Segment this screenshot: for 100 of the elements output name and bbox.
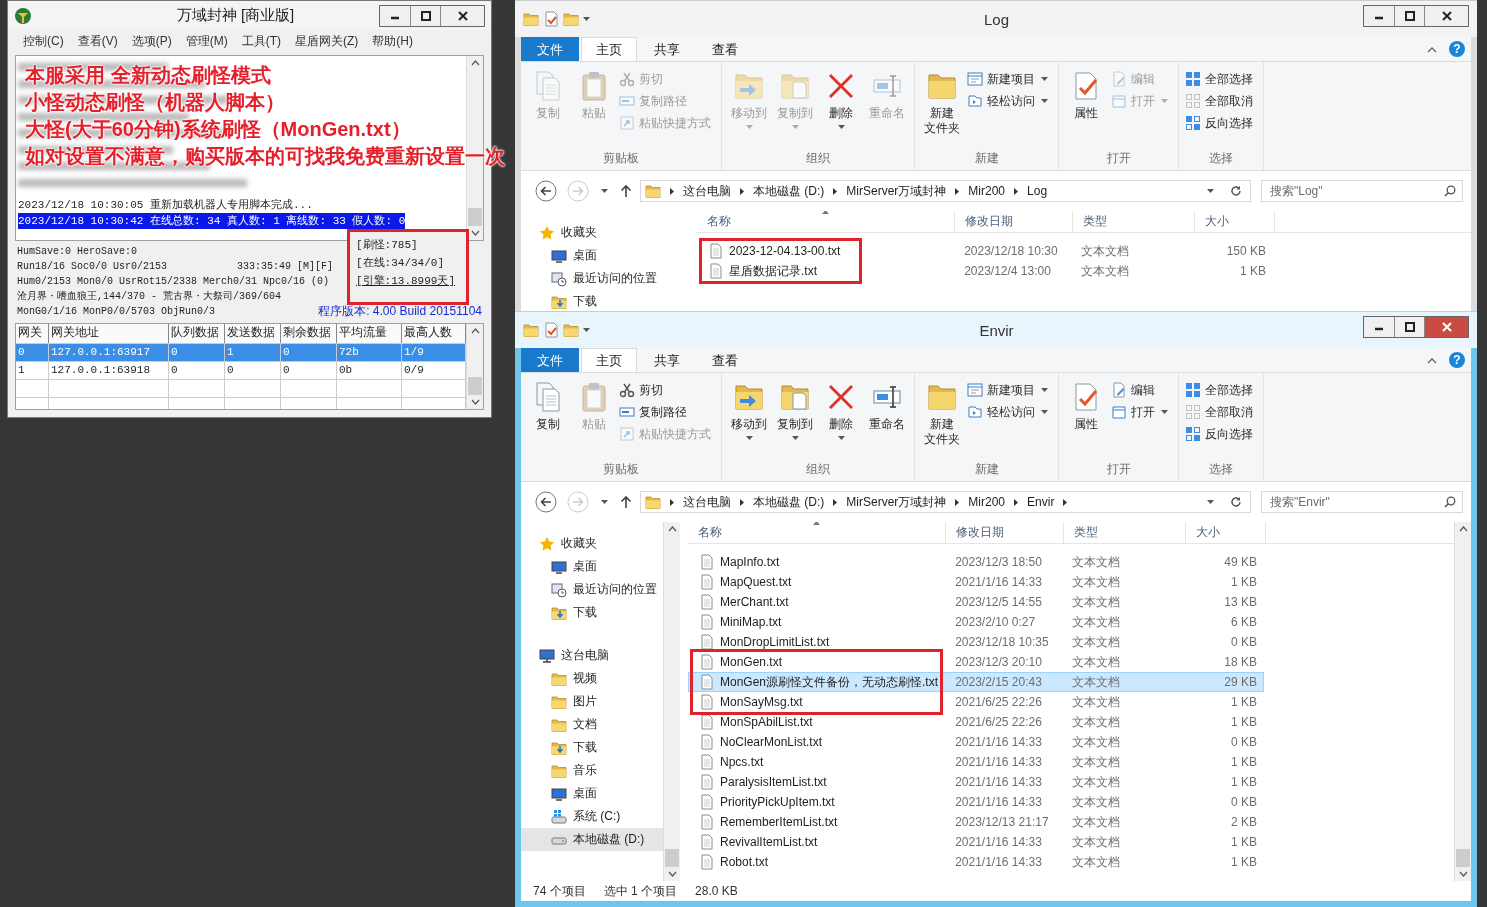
ribbon-tab[interactable]: 查看 <box>697 348 753 372</box>
column-header[interactable]: 类型 <box>1064 522 1186 543</box>
menu-item[interactable]: 工具(T) <box>241 32 281 50</box>
log-line[interactable]: 2023/12/18 10:30:05 重新加载机器人专用脚本完成... <box>18 197 313 213</box>
ribbon-button[interactable]: 反向选择 <box>1185 423 1257 445</box>
ribbon-button[interactable]: 删除 <box>820 68 862 150</box>
menu-item[interactable]: 控制(C) <box>23 32 64 50</box>
ribbon-tab[interactable]: 主页 <box>581 37 637 61</box>
maximize-button[interactable] <box>410 5 440 26</box>
file-row[interactable]: MonDropLimitList.txt 2023/12/18 10:35 文本文档 0 KB <box>688 632 1264 652</box>
ribbon-button[interactable]: 属性 <box>1065 379 1107 461</box>
file-row[interactable]: RevivalItemList.txt 2021/1/16 14:33 文本文档 1 KB <box>688 832 1264 852</box>
address-bar[interactable]: 这台电脑 本地磁盘 (D:) MirServer万域封神 Mir200 Log <box>640 180 1251 202</box>
column-header[interactable]: 网关 <box>16 324 49 343</box>
ribbon-button[interactable]: 重命名 <box>866 379 908 461</box>
column-header[interactable]: 队列数据 <box>169 324 225 343</box>
help-button[interactable]: ? <box>1449 352 1465 368</box>
breadcrumb-item[interactable]: 这台电脑 <box>683 182 731 200</box>
file-row[interactable]: ParalysisItemList.txt 2021/1/16 14:33 文本文档 1 KB <box>688 772 1264 792</box>
scroll-thumb[interactable] <box>468 377 482 395</box>
file-row[interactable]: 2023-12-04.13-00.txt 2023/12/18 10:30 文本文档 150 KB <box>697 241 1273 261</box>
scroll-thumb[interactable] <box>468 208 482 227</box>
menu-item[interactable]: 帮助(H) <box>372 32 413 50</box>
column-header[interactable]: 名称 <box>697 211 955 232</box>
breadcrumb-item[interactable]: 本地磁盘 (D:) <box>753 182 825 200</box>
nav-item[interactable]: 桌面 <box>521 555 663 578</box>
column-header[interactable]: 剩余数据 <box>281 324 337 343</box>
search-field[interactable]: 搜索"Log" <box>1261 180 1463 202</box>
ribbon-button[interactable]: 全部取消 <box>1185 401 1257 423</box>
column-header[interactable]: 修改日期 <box>955 211 1073 232</box>
ribbon-tab[interactable]: 文件 <box>521 37 579 61</box>
file-row[interactable]: NoClearMonList.txt 2021/1/16 14:33 文本文档 0 KB <box>688 732 1264 752</box>
nav-item[interactable]: 文档 <box>521 713 663 736</box>
ribbon-button[interactable]: 轻松访问 <box>967 90 1052 112</box>
breadcrumb-item[interactable]: Mir200 <box>968 495 1006 509</box>
nav-item[interactable]: 音乐 <box>521 759 663 782</box>
breadcrumb-item[interactable]: Envir <box>1027 495 1055 509</box>
menu-item[interactable]: 管理(M) <box>185 32 228 50</box>
file-row[interactable]: Npcs.txt 2021/1/16 14:33 文本文档 1 KB <box>688 752 1264 772</box>
column-header[interactable]: 平均流量 <box>337 324 402 343</box>
file-row[interactable]: 星盾数据记录.txt 2023/12/4 13:00 文本文档 1 KB <box>697 261 1273 281</box>
nav-item[interactable]: 最近访问的位置 <box>521 267 689 290</box>
ribbon-button[interactable]: 新建 文件夹 <box>921 68 963 150</box>
file-row[interactable]: MerChant.txt 2023/12/5 14:55 文本文档 13 KB <box>688 592 1264 612</box>
nav-item[interactable]: 下载 <box>521 290 689 313</box>
minimize-button[interactable] <box>380 5 410 26</box>
help-button[interactable]: ? <box>1449 41 1465 57</box>
breadcrumb-item[interactable]: MirServer万域封神 <box>846 182 947 200</box>
ribbon-tab[interactable]: 共享 <box>639 37 695 61</box>
nav-item[interactable]: 视频 <box>521 667 663 690</box>
ribbon-button[interactable]: 复制到 <box>774 379 816 461</box>
ribbon-button[interactable]: 剪切 <box>619 379 715 401</box>
ribbon-button[interactable]: 属性 <box>1065 68 1107 150</box>
back-button[interactable] <box>533 490 559 514</box>
nav-item[interactable]: 图片 <box>521 690 663 713</box>
file-row[interactable]: MapQuest.txt 2021/1/16 14:33 文本文档 1 KB <box>688 572 1264 592</box>
minimize-button[interactable] <box>1364 317 1394 337</box>
menu-item[interactable]: 查看(V) <box>77 32 118 50</box>
menu-item[interactable]: 选项(P) <box>131 32 172 50</box>
ribbon-button[interactable]: 打开 <box>1111 401 1172 423</box>
ribbon-button[interactable]: 复制路径 <box>619 401 715 423</box>
ribbon-button[interactable]: 全部选择 <box>1185 68 1257 90</box>
column-header[interactable]: 名称 <box>688 522 946 543</box>
breadcrumb-item[interactable]: 本地磁盘 (D:) <box>753 493 825 511</box>
breadcrumb-item[interactable]: Mir200 <box>968 184 1006 198</box>
ribbon-button[interactable]: 轻松访问 <box>967 401 1052 423</box>
ribbon-tab[interactable]: 主页 <box>581 348 637 372</box>
nav-item[interactable]: 下载 <box>521 601 663 624</box>
breadcrumb-item[interactable]: MirServer万域封神 <box>846 493 947 511</box>
file-row[interactable]: MonSpAbilList.txt 2021/6/25 22:26 文本文档 1 KB <box>688 712 1264 732</box>
breadcrumb-item[interactable]: Log <box>1027 184 1048 198</box>
column-header[interactable]: 网关地址 <box>49 324 169 343</box>
nav-item[interactable]: 本地磁盘 (D:) <box>521 828 663 851</box>
ribbon-button[interactable]: 新建项目 <box>967 379 1052 401</box>
ribbon-tab[interactable]: 查看 <box>697 37 753 61</box>
address-bar[interactable]: 这台电脑 本地磁盘 (D:) MirServer万域封神 Mir200 Envir <box>640 491 1251 513</box>
back-button[interactable] <box>533 179 559 203</box>
search-field[interactable]: 搜索"Envir" <box>1261 491 1463 513</box>
ribbon-button[interactable]: 全部取消 <box>1185 90 1257 112</box>
file-row[interactable]: MiniMap.txt 2023/2/10 0:27 文本文档 6 KB <box>688 612 1264 632</box>
ribbon-tab[interactable]: 文件 <box>521 348 579 372</box>
column-header[interactable]: 大小 <box>1195 211 1275 232</box>
maximize-button[interactable] <box>1394 317 1424 337</box>
file-row[interactable]: MonGen.txt 2023/12/3 20:10 文本文档 18 KB <box>688 652 1264 672</box>
file-row[interactable]: PriorityPickUpItem.txt 2021/1/16 14:33 文本文档 0 KB <box>688 792 1264 812</box>
ribbon-button[interactable]: 编辑 <box>1111 379 1172 401</box>
file-row[interactable]: RememberItemList.txt 2023/12/13 21:17 文本文档 2 KB <box>688 812 1264 832</box>
file-row[interactable]: MapInfo.txt 2023/12/3 18:50 文本文档 49 KB <box>688 552 1264 572</box>
ribbon-button[interactable]: 反向选择 <box>1185 112 1257 134</box>
nav-item[interactable]: 最近访问的位置 <box>521 578 663 601</box>
nav-item[interactable]: 这台电脑 <box>521 644 663 667</box>
ribbon-button[interactable]: 移动到 <box>728 379 770 461</box>
ribbon-button[interactable]: 全部选择 <box>1185 379 1257 401</box>
nav-item[interactable]: 桌面 <box>521 782 663 805</box>
breadcrumb-item[interactable]: 这台电脑 <box>683 493 731 511</box>
ribbon-button[interactable]: 删除 <box>820 379 862 461</box>
ribbon-button[interactable]: 新建 文件夹 <box>921 379 963 461</box>
file-row[interactable]: MonSayMsg.txt 2021/6/25 22:26 文本文档 1 KB <box>688 692 1264 712</box>
ribbon-tab[interactable]: 共享 <box>639 348 695 372</box>
ribbon-button[interactable]: 复制 <box>527 379 569 461</box>
